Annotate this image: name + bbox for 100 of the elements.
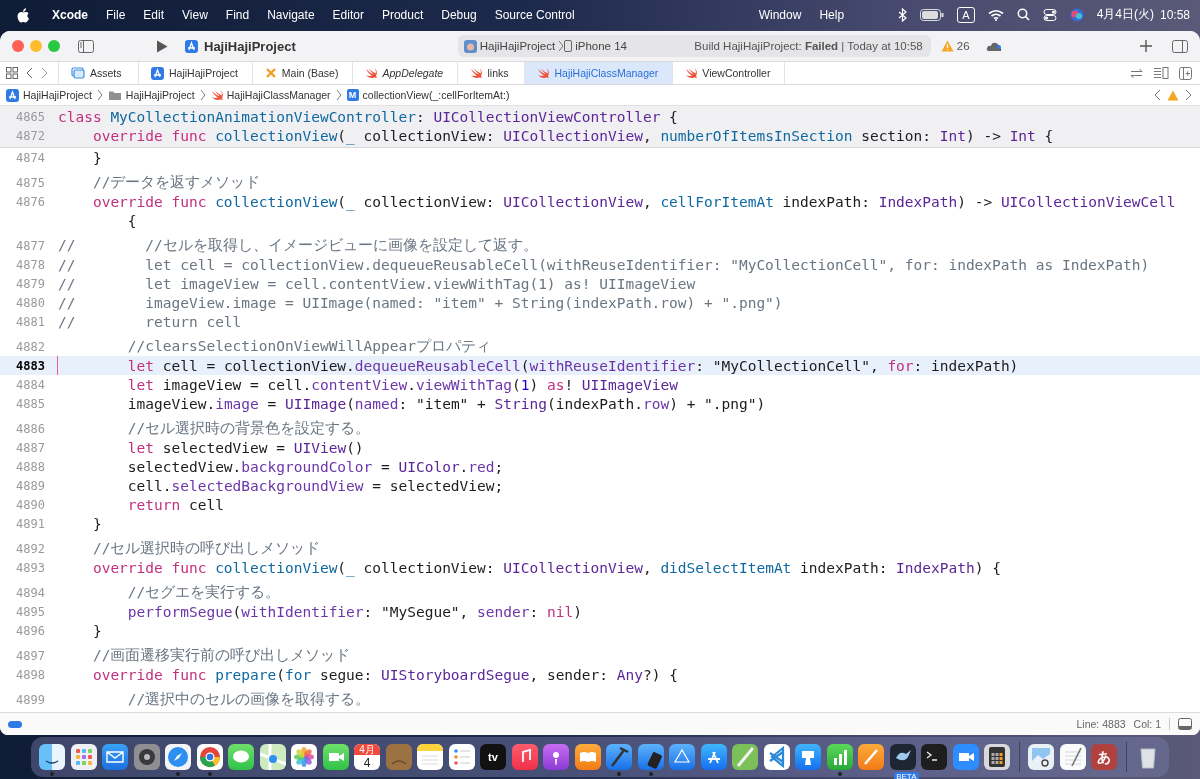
swift-file-icon	[210, 89, 223, 101]
hammer-icon[interactable]	[606, 744, 632, 770]
gear-icon[interactable]	[133, 744, 160, 770]
code-line: imageView.image = UIImage(named: "item" + String(indexPath.row) + ".png")	[127, 395, 766, 412]
book-icon[interactable]	[574, 744, 601, 770]
menu-item[interactable]: Window	[758, 7, 802, 22]
compass-icon[interactable]	[165, 744, 191, 770]
menu-item[interactable]: Product	[381, 7, 424, 22]
photo-viewer-icon[interactable]	[1028, 744, 1054, 770]
back-icon[interactable]	[26, 67, 33, 79]
bird-icon[interactable]	[889, 744, 916, 770]
swift-file-icon	[365, 67, 378, 79]
menu-item[interactable]: Help	[819, 7, 845, 22]
next-issue-icon[interactable]	[1185, 89, 1192, 101]
breadcrumb-item[interactable]: HajiHajiClassManager	[226, 89, 331, 101]
app-grid-icon[interactable]	[70, 744, 97, 770]
swap-arrows-icon[interactable]	[1130, 67, 1143, 79]
breadcrumb-item[interactable]: HajiHajiProject	[23, 89, 92, 101]
debug-area-indicator-icon[interactable]	[8, 720, 22, 728]
menu-item[interactable]: Navigate	[267, 7, 315, 22]
triangle-app-icon[interactable]	[669, 744, 695, 770]
app-project-icon	[6, 88, 19, 102]
browser-logo-icon[interactable]	[196, 744, 223, 770]
video-camera-icon[interactable]	[952, 744, 979, 770]
phone-icon	[564, 40, 573, 52]
line-number: 4872	[15, 129, 45, 144]
code-line: selectedView.backgroundColor = UIColor.red;	[127, 458, 504, 475]
line-number: 4883	[15, 358, 45, 373]
envelope-icon[interactable]	[102, 744, 128, 770]
code-line: let cell = collectionView.dequeueReusableCell(withReuseIdentifier: "MyCollectionCell", for: indexPath)	[127, 357, 1019, 374]
video-camera-icon[interactable]	[322, 744, 349, 770]
pen-icon[interactable]	[858, 744, 884, 770]
bar-chart-icon[interactable]	[826, 744, 853, 770]
run-button-icon[interactable]	[156, 39, 168, 53]
flower-icon[interactable]	[291, 744, 317, 770]
breadcrumb-item[interactable]: collectionView(_:cellForItemAt:)	[362, 89, 510, 101]
code-editor-icon[interactable]	[763, 744, 790, 770]
breadcrumb-item[interactable]: HajiHajiProject	[125, 89, 195, 101]
face-icon[interactable]	[39, 744, 65, 770]
input-source[interactable]: A	[957, 6, 975, 23]
beta-badge: BETA	[894, 772, 919, 779]
character-input-icon[interactable]: あ	[1091, 744, 1117, 770]
menu-item[interactable]: Debug	[441, 7, 477, 22]
device-name[interactable]: iPhone 14	[575, 40, 627, 52]
panel-toggle-icon[interactable]	[1178, 718, 1192, 730]
app-menu[interactable]: Xcode	[52, 7, 88, 22]
warning-count[interactable]: 26	[956, 40, 970, 52]
add-icon[interactable]	[1140, 40, 1152, 52]
code-line: //セグエを実行する。	[127, 583, 281, 602]
line-number: 4874	[15, 150, 45, 165]
notepad-icon[interactable]	[417, 744, 443, 770]
line-number: 4896	[15, 623, 45, 638]
line-number: 4893	[15, 560, 45, 575]
phone-app-icon[interactable]	[637, 744, 664, 770]
podcast-icon[interactable]	[543, 744, 569, 770]
music-note-icon[interactable]	[511, 744, 538, 770]
app-store-icon[interactable]	[700, 744, 727, 770]
calendar-icon[interactable]: 4月 4	[354, 744, 380, 770]
terminal-icon[interactable]	[921, 744, 947, 770]
line-number: 4886	[15, 421, 45, 436]
menu-item[interactable]: Editor	[332, 7, 364, 22]
speech-bubble-icon[interactable]	[228, 744, 254, 770]
menu-item[interactable]: Source Control	[494, 7, 575, 22]
tv-app-icon[interactable]: tv	[480, 744, 506, 770]
line-number: 4877	[15, 238, 45, 253]
calculator-icon[interactable]	[984, 744, 1010, 770]
line-number: 4894	[15, 585, 45, 600]
menu-bar-date[interactable]: 4月4日(火)	[1096, 6, 1154, 23]
method-badge: M	[346, 89, 359, 101]
sidebar-toggle-icon[interactable]	[78, 39, 94, 53]
swift-file-icon	[685, 67, 698, 79]
checklist-icon[interactable]	[448, 744, 475, 770]
menu-item[interactable]: File	[106, 7, 126, 22]
apple-logo-icon	[16, 6, 30, 23]
code-line: }	[92, 515, 102, 532]
code-line: override func collectionView(_ collectionView: UICollectionView, numberOfItemsInSection section: Int) -> Int {	[92, 128, 1054, 145]
list-lines-icon[interactable]	[1153, 67, 1169, 79]
cloud-icon[interactable]	[985, 40, 1003, 52]
podium-icon[interactable]	[795, 744, 821, 770]
menu-item[interactable]: View	[182, 7, 208, 22]
menu-item[interactable]: Edit	[143, 7, 165, 22]
code-line: // return cell	[58, 313, 242, 330]
previous-issue-icon[interactable]	[1154, 89, 1161, 101]
battery-icon	[920, 8, 945, 21]
text-document-icon[interactable]	[1059, 744, 1086, 770]
add-editor-icon[interactable]	[1179, 66, 1192, 80]
code-line: cell.selectedBackgroundView = selectedView;	[127, 477, 504, 494]
menu-bar-time[interactable]: 10:58	[1159, 7, 1190, 22]
close-button[interactable]	[12, 40, 24, 52]
inspector-toggle-icon[interactable]	[1172, 39, 1188, 53]
scheme-name[interactable]: HajiHajiProject	[479, 40, 556, 52]
menu-item[interactable]: Find	[225, 7, 250, 22]
line-number: 4895	[15, 604, 45, 619]
app-icon	[463, 39, 477, 53]
scheme-status-bar[interactable]: HajiHajiProject iPhone 14 Build HajiHajiProject: Failed | Today at 10:58	[457, 35, 931, 57]
line-number: 4882	[15, 339, 45, 354]
map-icon[interactable]	[259, 744, 286, 770]
editor-tab[interactable]: HajiHajiClassManager	[525, 62, 674, 84]
grid-icon[interactable]	[6, 67, 18, 79]
forward-icon[interactable]	[41, 67, 48, 79]
